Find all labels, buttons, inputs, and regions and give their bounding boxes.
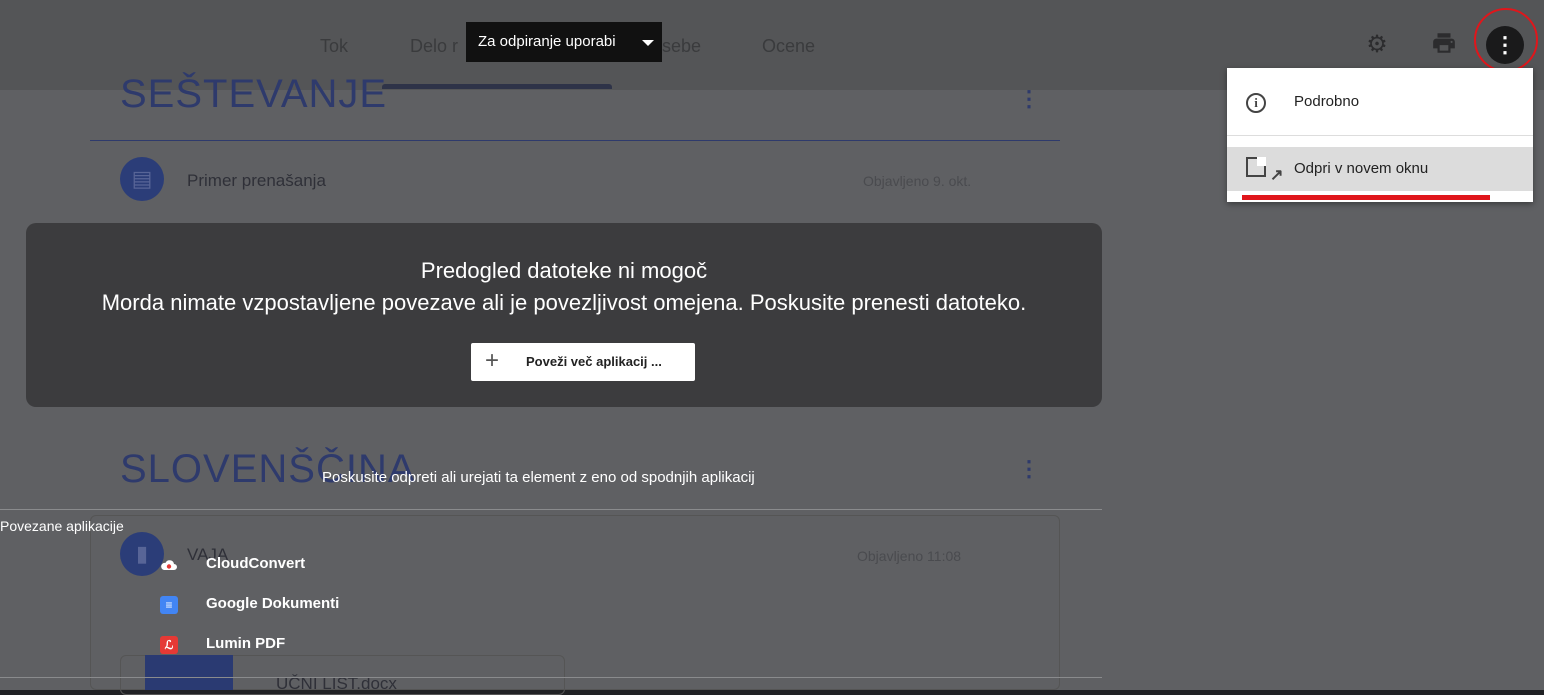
more-options-menu: i Podrobno ↗ Odpri v novem oknu xyxy=(1227,68,1533,202)
section-more-icon[interactable]: ⋮ xyxy=(1018,456,1040,482)
connected-apps-label: Povezane aplikacije xyxy=(0,518,124,534)
menu-item-label: Odpri v novem oknu xyxy=(1294,160,1429,177)
preview-error-message: Morda nimate vzpostavljene povezave ali … xyxy=(101,290,1027,315)
menu-item-label: Podrobno xyxy=(1294,93,1360,110)
assignment-date: Objavljeno 9. okt. xyxy=(863,173,972,189)
app-name: CloudConvert xyxy=(206,555,306,572)
open-with-dropdown[interactable]: Za odpiranje uporabi xyxy=(466,22,662,62)
assignment-icon: ▤ xyxy=(120,157,164,201)
plus-icon: + xyxy=(485,347,500,374)
cloud-icon xyxy=(160,556,178,574)
open-with-label: Za odpiranje uporabi xyxy=(478,33,616,50)
app-name: Lumin PDF xyxy=(206,635,286,652)
file-thumbnail xyxy=(145,655,233,690)
apps-divider xyxy=(0,509,1102,510)
menu-divider xyxy=(1227,135,1533,136)
connect-more-apps-button[interactable]: + Poveži več aplikacij ... xyxy=(471,343,695,381)
print-icon[interactable] xyxy=(1429,30,1459,60)
annotation-circle xyxy=(1474,8,1538,72)
app-name: Google Dokumenti xyxy=(206,595,340,612)
pdf-icon: ℒ xyxy=(160,636,178,654)
menu-item-details[interactable]: i Podrobno xyxy=(1227,80,1533,124)
section-divider xyxy=(90,140,1060,141)
tab-grades[interactable]: Ocene xyxy=(762,36,815,57)
caret-down-icon xyxy=(642,40,654,46)
tab-classwork[interactable]: Delo r xyxy=(410,36,458,57)
bottom-divider xyxy=(0,677,1102,678)
section-title: SEŠTEVANJE xyxy=(120,72,388,116)
connect-more-apps-label: Poveži več aplikacij ... xyxy=(526,354,662,369)
tab-stream[interactable]: Tok xyxy=(320,36,348,57)
open-in-new-icon: ↗ xyxy=(1243,157,1283,184)
section-more-icon[interactable]: ⋮ xyxy=(1018,86,1040,112)
preview-error-panel: Predogled datoteke ni mogoč Morda nimate… xyxy=(26,223,1102,407)
annotation-underline xyxy=(1242,195,1490,200)
preview-error-title: Predogled datoteke ni mogoč xyxy=(420,258,708,283)
active-tab-indicator xyxy=(382,84,612,89)
open-with-hint: Poskusite odpreti ali urejati ta element… xyxy=(322,469,755,486)
assignment-date: Objavljeno 11:08 xyxy=(857,548,962,564)
assignment-title[interactable]: Primer prenašanja xyxy=(187,171,326,191)
tab-people[interactable]: sebe xyxy=(662,36,701,57)
menu-item-open-new-window[interactable]: ↗ Odpri v novem oknu xyxy=(1227,147,1533,191)
info-icon: i xyxy=(1243,90,1269,114)
material-icon: ▮ xyxy=(120,532,164,576)
docs-icon: ≡ xyxy=(160,596,178,614)
settings-gear-icon[interactable]: ⚙ xyxy=(1362,30,1392,60)
